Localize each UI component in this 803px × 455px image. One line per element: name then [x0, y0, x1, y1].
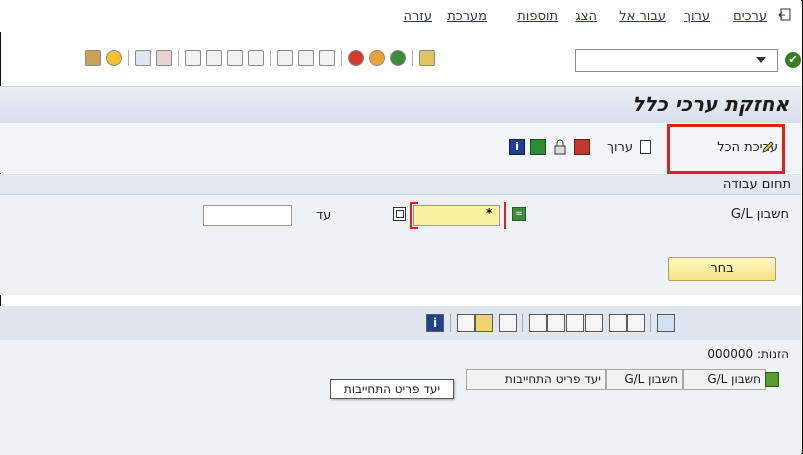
alv-zoom-icon[interactable]	[657, 314, 675, 332]
command-field[interactable]	[575, 49, 778, 72]
create-session-icon[interactable]	[135, 50, 151, 66]
tooltip: יעד פריט התחייבות	[330, 379, 454, 399]
lock-icon[interactable]	[552, 139, 568, 155]
find-next-icon[interactable]	[277, 50, 293, 66]
shortcut-icon[interactable]	[156, 50, 172, 66]
menu-edit[interactable]: ערוך	[684, 9, 710, 24]
alv-print-icon[interactable]	[499, 314, 517, 332]
save-icon[interactable]	[419, 50, 435, 66]
to-label: עד	[316, 208, 332, 223]
new-document-icon	[640, 140, 651, 154]
menu-goto[interactable]: עבור אל	[619, 9, 666, 24]
alv-details-icon[interactable]	[475, 314, 493, 332]
command-dropdown-icon[interactable]	[756, 57, 766, 63]
alv-separator	[522, 314, 523, 332]
gl-account-to-field[interactable]	[203, 205, 292, 226]
layout-menu-icon[interactable]	[85, 50, 101, 66]
find-icon[interactable]	[298, 50, 314, 66]
toolbar-separator	[341, 50, 342, 66]
alv-print-preview-icon[interactable]	[627, 314, 645, 332]
last-page-icon[interactable]	[185, 50, 201, 66]
enter-check-icon[interactable]: ✔	[785, 52, 801, 68]
page-title: אחזקת ערכי כלל	[632, 92, 789, 116]
back-icon[interactable]	[390, 50, 406, 66]
menu-extras[interactable]: תוספות	[517, 9, 558, 24]
menu-help[interactable]: עזרה	[404, 9, 432, 24]
section-header	[0, 174, 801, 195]
toolbar-separator	[178, 50, 179, 66]
alv-find-next-icon[interactable]	[585, 314, 603, 332]
toolbar-separator	[128, 50, 129, 66]
select-all-icon[interactable]	[765, 372, 779, 387]
required-marker: *	[486, 206, 493, 220]
menu-view[interactable]: הצג	[575, 9, 597, 24]
alv-separator	[450, 314, 451, 332]
first-page-icon[interactable]	[248, 50, 264, 66]
toolbar-separator	[270, 50, 271, 66]
alv-info-icon[interactable]: i	[426, 314, 444, 332]
alv-undo-icon[interactable]	[457, 314, 475, 332]
multiple-selection-icon[interactable]	[393, 207, 406, 221]
postings-count: הזנות: 000000	[707, 347, 789, 361]
toolbar-separator	[412, 50, 413, 66]
column-header-commitment-item[interactable]: יעד פריט התחייבות	[466, 369, 606, 390]
print-icon[interactable]	[319, 50, 335, 66]
selection-option-icon[interactable]: =	[512, 207, 526, 221]
title-bar: אחזקת ערכי כלל	[0, 86, 801, 124]
exit-nav-icon[interactable]	[369, 50, 385, 66]
info-icon[interactable]: i	[509, 139, 525, 155]
edit-all-highlight	[667, 124, 785, 174]
transport-icon[interactable]	[574, 139, 590, 155]
alv-sum-icon[interactable]	[609, 314, 627, 332]
menu-system[interactable]: מערכת	[447, 9, 487, 24]
section-title: תחום עבודה	[722, 177, 791, 192]
help-icon[interactable]	[106, 50, 122, 66]
column-header-gl-account[interactable]: חשבון G/L	[683, 369, 766, 390]
select-button[interactable]: בחר	[668, 257, 776, 281]
edit-button[interactable]: ערוך	[607, 140, 633, 155]
alv-filter-icon[interactable]	[547, 314, 565, 332]
exit-icon[interactable]	[778, 8, 792, 22]
alv-sort-icon[interactable]	[529, 314, 547, 332]
menu-values[interactable]: ערכים	[733, 9, 767, 24]
alv-separator	[650, 314, 651, 332]
gl-account-label: חשבון G/L	[730, 207, 789, 222]
previous-page-icon[interactable]	[227, 50, 243, 66]
alv-find-icon[interactable]	[566, 314, 584, 332]
cancel-icon[interactable]	[348, 50, 364, 66]
alv-toolbar	[0, 306, 801, 340]
column-header-gl-account-2[interactable]: חשבון G/L	[606, 369, 683, 390]
menu-bar: ערכים ערוך עבור אל הצג תוספות מערכת עזרה	[0, 0, 801, 32]
compare-icon[interactable]	[530, 139, 546, 155]
next-page-icon[interactable]	[206, 50, 222, 66]
